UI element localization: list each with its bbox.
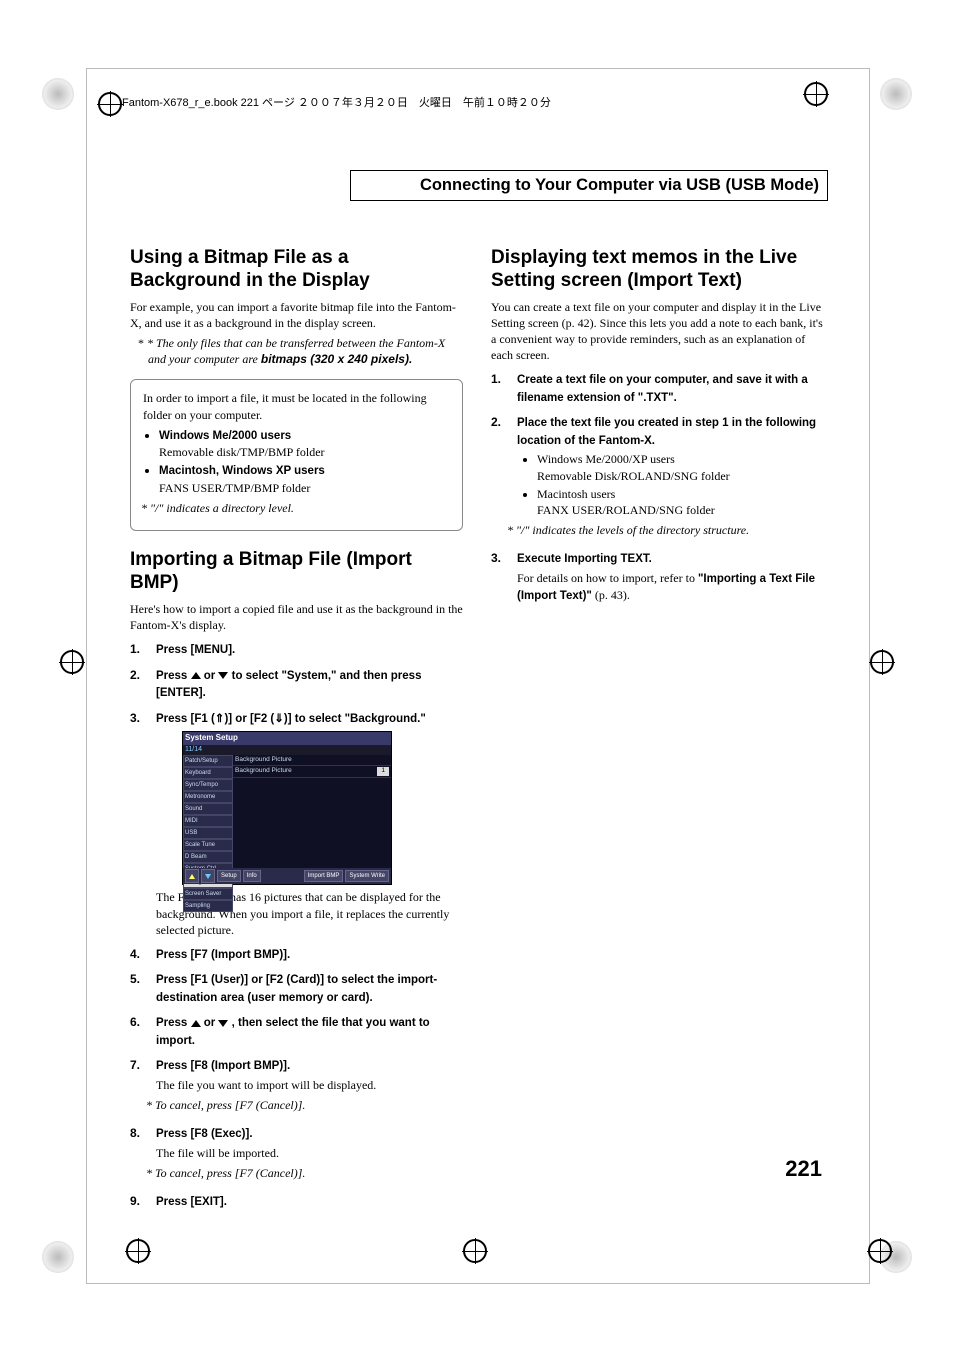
- section-heading-import-text: Displaying text memos in the Live Settin…: [491, 247, 824, 293]
- list-item: Windows Me/2000 users Removable disk/TMP…: [159, 427, 450, 461]
- print-crosshair: [870, 650, 894, 674]
- list-label: Windows Me/2000 users: [159, 430, 291, 442]
- down-arrow-icon: [218, 672, 228, 679]
- section-heading-bitmap-bg: Using a Bitmap File as a Background in t…: [130, 247, 463, 293]
- right-column: Displaying text memos in the Live Settin…: [491, 247, 824, 1219]
- step-number: 3.: [130, 710, 146, 938]
- step-head: Create a text file on your computer, and…: [517, 374, 808, 404]
- print-crosshair: [98, 92, 122, 116]
- list-item: Macintosh, Windows XP users FANS USER/TM…: [159, 462, 450, 496]
- step-number: 8.: [130, 1125, 146, 1185]
- step-number: 6.: [130, 1014, 146, 1049]
- print-crosshair: [804, 82, 828, 106]
- footnote: * "/" indicates a directory level.: [151, 500, 450, 516]
- footnote: * * The only files that can be transferr…: [148, 335, 463, 367]
- print-mark-corner: [880, 78, 912, 110]
- print-crosshair: [868, 1239, 892, 1263]
- page-number: 221: [785, 1156, 822, 1182]
- step-item: 3. Press [F1 (⇑)] or [F2 (⇓)] to select …: [130, 710, 463, 938]
- up-arrow-icon: [191, 1020, 201, 1027]
- step-sub: For details on how to import, refer to "…: [517, 570, 824, 605]
- section-heading-import-bmp: Importing a Bitmap File (Import BMP): [130, 549, 463, 595]
- page-title-box: Connecting to Your Computer via USB (USB…: [350, 170, 828, 201]
- note-emphasis: bitmaps (320 x 240 pixels).: [261, 352, 412, 366]
- step-item: 1. Create a text file on your computer, …: [491, 371, 824, 406]
- step-head: Press or to select "System," and then pr…: [156, 670, 421, 700]
- step-sub: The file will be imported.: [156, 1145, 463, 1161]
- step-head: Press [F8 (Import BMP)].: [156, 1060, 290, 1072]
- up-arrow-icon: [185, 869, 199, 883]
- down-arrow-icon: [201, 869, 215, 883]
- step-item: 3. Execute Importing TEXT. For details o…: [491, 550, 824, 605]
- paragraph: You can create a text file on your compu…: [491, 299, 824, 364]
- step-sub: The file you want to import will be disp…: [156, 1077, 463, 1093]
- step-item: 7. Press [F8 (Import BMP)]. The file you…: [130, 1057, 463, 1117]
- print-crosshair: [60, 650, 84, 674]
- down-arrow-icon: [218, 1020, 228, 1027]
- step-number: 3.: [491, 550, 507, 605]
- paragraph: For example, you can import a favorite b…: [130, 299, 463, 331]
- print-crosshair: [463, 1239, 487, 1263]
- footnote: * "/" indicates the levels of the direct…: [517, 522, 824, 538]
- step-item: 2. Press or to select "System," and then…: [130, 667, 463, 702]
- step-number: 1.: [491, 371, 507, 406]
- print-mark-corner: [42, 1241, 74, 1273]
- step-number: 2.: [130, 667, 146, 702]
- list-body: Removable disk/TMP/BMP folder: [159, 445, 325, 459]
- step-head: Press [EXIT].: [156, 1196, 227, 1208]
- page-content: Connecting to Your Computer via USB (USB…: [130, 170, 828, 1219]
- footnote: * To cancel, press [F7 (Cancel)].: [156, 1097, 463, 1113]
- step-number: 5.: [130, 971, 146, 1006]
- step-number: 9.: [130, 1193, 146, 1211]
- print-mark-corner: [42, 78, 74, 110]
- screenshot-footer: Setup Info Import BMP System Write: [183, 868, 391, 884]
- step-head: Press or , then select the file that you…: [156, 1017, 430, 1047]
- step-item: 1. Press [MENU].: [130, 641, 463, 659]
- screenshot-title: System Setup: [183, 732, 391, 745]
- list-label: Macintosh users: [537, 487, 615, 501]
- step-number: 2.: [491, 414, 507, 542]
- list-body: FANS USER/TMP/BMP folder: [159, 481, 310, 495]
- asterisk-icon: *: [138, 336, 147, 350]
- step-head: Press [F7 (Import BMP)].: [156, 949, 290, 961]
- step-head: Press [F1 (User)] or [F2 (Card)] to sele…: [156, 974, 437, 1004]
- step-head: Press [F1 (⇑)] or [F2 (⇓)] to select "Ba…: [156, 713, 426, 725]
- step-head: Place the text file you created in step …: [517, 417, 816, 447]
- up-arrow-icon: [191, 672, 201, 679]
- step-item: 9. Press [EXIT].: [130, 1193, 463, 1211]
- step-head: Press [F8 (Exec)].: [156, 1128, 253, 1140]
- step-item: 6. Press or , then select the file that …: [130, 1014, 463, 1049]
- list-label: Macintosh, Windows XP users: [159, 465, 325, 477]
- step-number: 1.: [130, 641, 146, 659]
- paragraph: Here's how to import a copied file and u…: [130, 601, 463, 633]
- print-crosshair: [126, 1239, 150, 1263]
- step-number: 4.: [130, 946, 146, 964]
- list-label: Windows Me/2000/XP users: [537, 452, 675, 466]
- step-item: 4. Press [F7 (Import BMP)].: [130, 946, 463, 964]
- step-item: 2. Place the text file you created in st…: [491, 414, 824, 542]
- screenshot-sidebar: Patch/Setup Keyboard Sync/Tempo Metronom…: [183, 755, 233, 875]
- screenshot-subtitle: 11/14: [183, 745, 391, 754]
- list-item: Macintosh users FANX USER/ROLAND/SNG fol…: [537, 486, 824, 518]
- screenshot-main: Background Picture Background Picture1: [233, 755, 391, 875]
- framed-note-box: In order to import a file, it must be lo…: [130, 379, 463, 531]
- list-body: FANX USER/ROLAND/SNG folder: [537, 503, 715, 517]
- embedded-screenshot: System Setup 11/14 Patch/Setup Keyboard …: [182, 731, 392, 885]
- left-column: Using a Bitmap File as a Background in t…: [130, 247, 463, 1219]
- step-item: 5. Press [F1 (User)] or [F2 (Card)] to s…: [130, 971, 463, 1006]
- step-item: 8. Press [F8 (Exec)]. The file will be i…: [130, 1125, 463, 1185]
- list-item: Windows Me/2000/XP users Removable Disk/…: [537, 451, 824, 483]
- frame-intro: In order to import a file, it must be lo…: [143, 390, 450, 422]
- header-meta-line: Fantom-X678_r_e.book 221 ページ ２００７年３月２０日 …: [122, 94, 551, 110]
- step-head: Press [MENU].: [156, 644, 235, 656]
- list-body: Removable Disk/ROLAND/SNG folder: [537, 469, 730, 483]
- step-head: Execute Importing TEXT.: [517, 553, 652, 565]
- step-number: 7.: [130, 1057, 146, 1117]
- footnote: * To cancel, press [F7 (Cancel)].: [156, 1165, 463, 1181]
